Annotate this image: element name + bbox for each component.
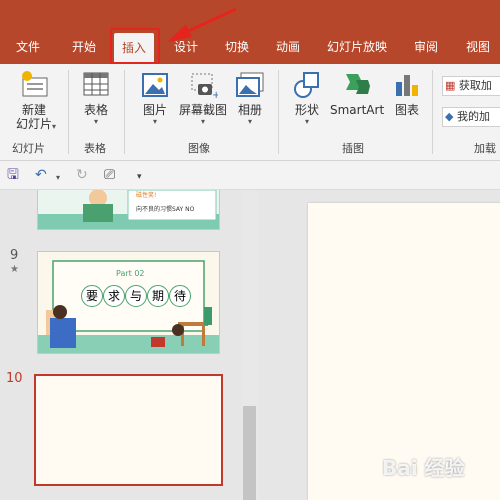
present-icon[interactable]: ⎚	[104, 166, 115, 184]
screenshot-icon: +	[191, 73, 220, 101]
shapes-icon	[294, 72, 319, 98]
slide-title-char: 待	[169, 285, 191, 307]
screenshot-label: 屏幕截图	[178, 103, 227, 117]
smartart-button[interactable]: SmartArt	[330, 70, 384, 117]
slide-number: 9	[10, 248, 19, 263]
slide-part-label: Part 02	[116, 269, 145, 278]
album-button[interactable]: 相册 ▾	[232, 70, 268, 127]
divider	[68, 70, 69, 154]
watermark: Bai 经验	[382, 456, 465, 480]
undo-icon[interactable]: ↶	[35, 166, 47, 184]
slide-title-char: 要	[81, 285, 103, 307]
get-addins-button[interactable]: ▦ 获取加	[442, 76, 500, 96]
group-label-slides: 幻灯片	[12, 142, 45, 155]
table-button[interactable]: 表格 ▾	[78, 70, 114, 127]
slide-title-char: 与	[125, 285, 147, 307]
svg-text:+: +	[212, 90, 218, 100]
divider	[432, 70, 433, 154]
redo-icon[interactable]: ↻	[76, 166, 88, 184]
my-addins-label: 我的加	[456, 110, 490, 123]
animation-star-icon: ★	[10, 264, 19, 275]
table-label: 表格	[83, 103, 108, 117]
slide-text: 向不良的习惯SAY NO	[136, 206, 195, 213]
album-icon	[236, 72, 264, 97]
store-icon: ▦	[445, 79, 456, 92]
chevron-down-icon: ▾	[247, 117, 252, 126]
smartart-label: SmartArt	[330, 103, 385, 117]
chart-label: 图表	[394, 103, 419, 117]
slide-thumbnail[interactable]: Part 02 要 求 与 期 待	[37, 251, 220, 354]
chevron-down-icon: ▾	[52, 122, 57, 131]
slide-text: 磁性笑!	[136, 192, 157, 199]
chart-icon	[396, 75, 418, 96]
new-slide-button[interactable]: 新建 幻灯片 ▾	[6, 70, 62, 131]
save-icon[interactable]: 🖫	[7, 166, 19, 184]
slide-title-char: 求	[103, 285, 125, 307]
picture-icon	[142, 73, 168, 97]
chevron-down-icon: ▾	[93, 117, 98, 126]
album-label: 相册	[237, 103, 262, 117]
group-label-tables: 表格	[84, 142, 106, 155]
smartart-icon	[346, 74, 370, 94]
slide-thumbnail[interactable]: 磁性笑! 向不良的习惯SAY NO	[37, 190, 220, 230]
shapes-button[interactable]: 形状 ▾	[290, 70, 324, 127]
divider	[124, 70, 125, 154]
my-addins-button[interactable]: ◆ 我的加	[442, 107, 500, 127]
addin-icon: ◆	[445, 110, 454, 123]
pictures-button[interactable]: 图片 ▾	[138, 70, 172, 127]
slide-title-char: 期	[147, 285, 169, 307]
chart-button[interactable]: 图表	[390, 70, 424, 117]
table-icon	[83, 72, 109, 96]
quick-access-toolbar: 🖫 ↶ ▾ ↻ ⎚ ▾	[0, 161, 500, 190]
pictures-label: 图片	[142, 103, 167, 117]
screenshot-button[interactable]: + 屏幕截图 ▾	[176, 70, 230, 127]
slide-number: 10	[6, 371, 23, 386]
chevron-down-icon: ▾	[200, 117, 205, 126]
get-addins-label: 获取加	[458, 79, 492, 92]
group-label-addins: 加载	[474, 142, 496, 155]
scrollbar-thumb[interactable]	[243, 406, 256, 500]
slide-thumbnail-selected[interactable]	[34, 374, 223, 486]
slide-title-row: 要 求 与 期 待	[81, 285, 191, 307]
divider	[278, 70, 279, 154]
shapes-label: 形状	[294, 103, 319, 117]
undo-chevron-icon[interactable]: ▾	[56, 169, 60, 187]
group-label-illustrations: 插图	[342, 142, 364, 155]
new-slide-icon	[22, 71, 48, 97]
chevron-down-icon: ▾	[152, 117, 157, 126]
customize-qat-icon[interactable]: ▾	[137, 168, 142, 186]
group-label-images: 图像	[188, 142, 210, 155]
chevron-down-icon: ▾	[304, 117, 309, 126]
